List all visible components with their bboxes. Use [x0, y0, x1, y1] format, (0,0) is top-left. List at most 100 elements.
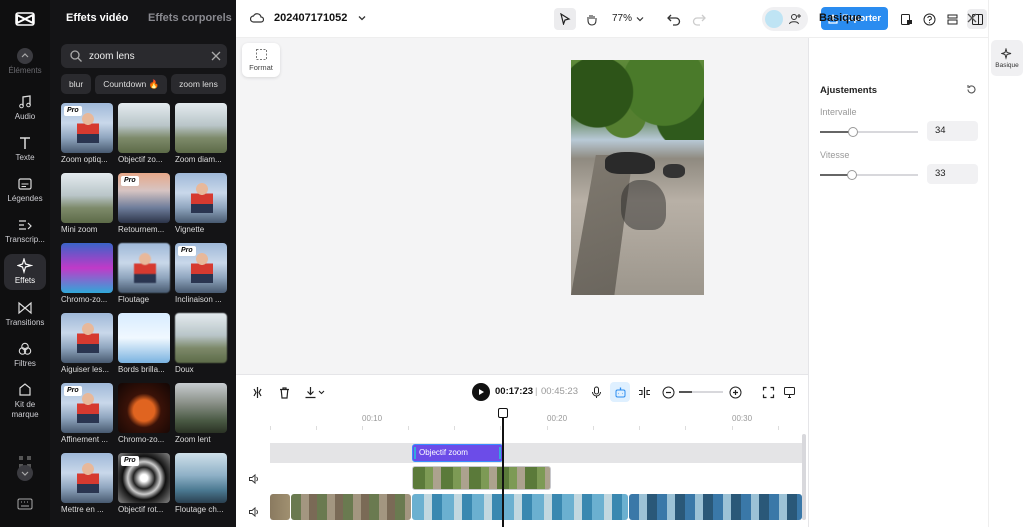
effect-card[interactable]: Mettre en ...: [61, 453, 113, 514]
interval-slider[interactable]: [820, 127, 918, 137]
rail-item-label: Filtres: [14, 359, 36, 368]
effect-thumbnail: [61, 243, 113, 293]
comment-button[interactable]: [782, 385, 796, 399]
tab-video-effects[interactable]: Effets vidéo: [66, 12, 128, 24]
timeline-scrollbar[interactable]: [802, 434, 806, 520]
effect-card-label: Objectif zo...: [118, 155, 163, 164]
timeline-ruler[interactable]: 00:10 00:20 00:30: [270, 408, 802, 432]
rail-item-filters[interactable]: Filtres: [4, 341, 46, 369]
speed-slider[interactable]: [820, 170, 918, 180]
format-button[interactable]: Format: [242, 43, 280, 77]
undo-icon[interactable]: [666, 11, 682, 27]
link-clips-button[interactable]: [637, 385, 651, 399]
auto-snap-button[interactable]: [610, 382, 630, 402]
effect-card-label: Chromo-zo...: [61, 295, 108, 304]
interval-value-input[interactable]: 34: [927, 121, 978, 141]
transcript-icon: [19, 220, 32, 230]
zoom-in-button[interactable]: [728, 385, 742, 399]
effect-card[interactable]: Pro Affinement ...: [61, 383, 113, 444]
delete-button[interactable]: [277, 385, 291, 399]
cursor-icon: [560, 13, 571, 25]
split-icon: [252, 386, 262, 398]
effect-clip-label: Objectif zoom: [419, 448, 468, 457]
zoom-out-button[interactable]: [661, 385, 675, 399]
effect-card[interactable]: Pro Objectif rot...: [118, 453, 170, 514]
expand-icon: [762, 386, 774, 398]
effect-card[interactable]: Doux: [175, 313, 227, 374]
speaker-icon[interactable]: [248, 506, 260, 518]
rail-item-effects[interactable]: Effets: [4, 254, 46, 290]
collaborators[interactable]: [762, 7, 808, 31]
music-note-icon: [19, 95, 31, 109]
video-clip[interactable]: [291, 494, 411, 520]
video-clip[interactable]: [629, 494, 802, 520]
effect-thumbnail: Pro: [118, 173, 170, 223]
pro-badge: Pro: [121, 176, 139, 186]
effect-thumbnail: [175, 313, 227, 363]
rail-item-transitions[interactable]: Transitions: [4, 300, 46, 328]
tab-body-effects[interactable]: Effets corporels: [148, 12, 232, 24]
effect-card[interactable]: Chromo-zo...: [61, 243, 113, 304]
select-tool-button[interactable]: [554, 8, 576, 30]
speed-value-input[interactable]: 33: [927, 164, 978, 184]
effects-search-input[interactable]: [89, 50, 207, 62]
effect-card-label: Zoom optiq...: [61, 155, 108, 164]
reset-icon[interactable]: [966, 84, 977, 95]
project-name: 202407171052: [274, 12, 348, 24]
rail-item-label: Audio: [14, 112, 36, 121]
effect-card[interactable]: Objectif zo...: [118, 103, 170, 164]
timeline-zoom-slider[interactable]: [679, 391, 723, 393]
basique-tab-button[interactable]: Basique: [991, 40, 1023, 76]
main-video-track: [270, 494, 802, 520]
hand-tool-button[interactable]: [580, 8, 602, 30]
effect-card[interactable]: Zoom lent: [175, 383, 227, 444]
chevron-down-icon: [358, 16, 366, 21]
effect-clip-objectif-zoom[interactable]: Objectif zoom: [412, 444, 503, 462]
chip-countdown[interactable]: Countdown 🔥: [95, 74, 168, 94]
effect-thumbnail: [61, 313, 113, 363]
rail-item-label: Éléments: [8, 66, 42, 75]
rail-item-transcript[interactable]: Transcrip...: [4, 217, 46, 245]
effect-card[interactable]: Mini zoom: [61, 173, 113, 234]
chevron-down-icon[interactable]: [17, 465, 33, 481]
effect-card[interactable]: Bords brilla...: [118, 313, 170, 374]
play-button[interactable]: [472, 383, 490, 401]
fit-timeline-button[interactable]: [761, 385, 775, 399]
keyboard-icon[interactable]: [17, 497, 33, 511]
speaker-icon[interactable]: [248, 473, 260, 485]
video-clip[interactable]: [412, 494, 628, 520]
close-icon[interactable]: [966, 12, 978, 24]
effect-card[interactable]: Pro Zoom optiq...: [61, 103, 113, 164]
effect-card[interactable]: Vignette: [175, 173, 227, 234]
rail-item-audio[interactable]: Audio: [4, 94, 46, 122]
project-name-menu[interactable]: 202407171052: [250, 11, 367, 25]
effect-card[interactable]: Chromo-zo...: [118, 383, 170, 444]
effect-card[interactable]: Pro Inclinaison ...: [175, 243, 227, 304]
video-clip[interactable]: [270, 494, 290, 520]
chip-zoom-lens[interactable]: zoom lens: [171, 74, 226, 94]
zoom-dropdown[interactable]: 77%: [612, 13, 644, 24]
effect-card[interactable]: Aiguiser les...: [61, 313, 113, 374]
effect-thumbnail: [175, 383, 227, 433]
video-preview-frame[interactable]: [571, 60, 704, 295]
rail-item-text[interactable]: Texte: [4, 135, 46, 163]
effect-card-label: Inclinaison ...: [175, 295, 222, 304]
download-dropdown[interactable]: [303, 385, 327, 399]
split-button[interactable]: [250, 385, 264, 399]
playhead[interactable]: [498, 408, 508, 527]
ruler-label: 00:20: [547, 414, 568, 423]
chip-blur[interactable]: blur: [61, 74, 92, 94]
format-label: Format: [249, 63, 273, 72]
timeline-zoom-fill: [679, 391, 693, 393]
effect-card[interactable]: Pro Retournem...: [118, 173, 170, 234]
clear-search-icon[interactable]: [211, 51, 221, 61]
record-voice-button[interactable]: [589, 385, 603, 399]
rail-item-brand-kit[interactable]: Kit de marque: [4, 382, 46, 420]
effect-card[interactable]: Floutage ch...: [175, 453, 227, 514]
effect-card[interactable]: Zoom diam...: [175, 103, 227, 164]
redo-icon[interactable]: [691, 11, 707, 27]
video-clip-overlay[interactable]: [412, 466, 551, 490]
effect-card[interactable]: Floutage: [118, 243, 170, 304]
rail-item-elements[interactable]: Éléments: [4, 48, 46, 76]
rail-item-captions[interactable]: Légendes: [4, 176, 46, 204]
